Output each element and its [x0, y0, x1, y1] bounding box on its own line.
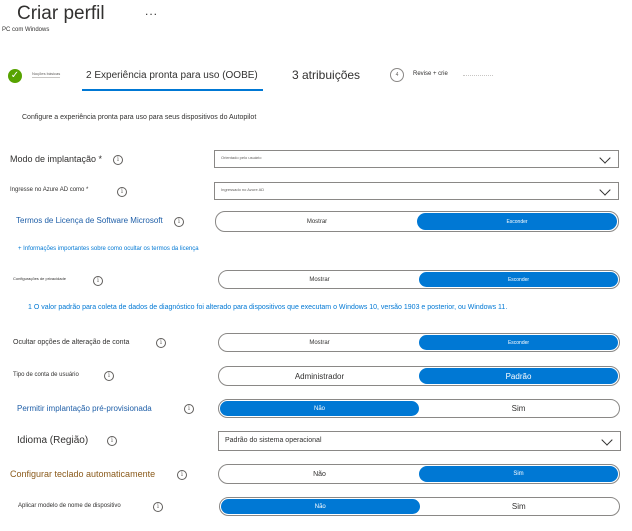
info-icon[interactable]: i: [107, 436, 117, 446]
info-icon[interactable]: i: [156, 338, 166, 348]
deployment-mode-label: Modo de implantação *: [10, 154, 103, 164]
divider: [463, 75, 493, 76]
device-name-label: Aplicar modelo de nome de dispositivo: [18, 503, 121, 509]
chevron-down-icon: [599, 152, 611, 164]
account-type-admin-option[interactable]: Administrador: [220, 368, 419, 384]
page-subtitle: PC com Windows: [2, 27, 50, 33]
info-icon[interactable]: i: [184, 404, 194, 414]
checkmark-icon: ✓: [8, 69, 22, 83]
hide-account-toggle[interactable]: Mostrar Esconder: [218, 333, 620, 352]
tab-oobe[interactable]: 2 Experiência pronta para uso (OOBE): [86, 70, 258, 81]
join-azure-label: Ingresse no Azure AD como *: [10, 187, 89, 193]
chevron-down-icon: [601, 434, 613, 446]
tab-assignments[interactable]: 3 atribuições: [292, 68, 360, 82]
info-icon[interactable]: i: [177, 470, 187, 480]
step-basics[interactable]: ✓: [8, 69, 22, 83]
hide-account-label: Ocultar opções de alteração de conta: [13, 339, 130, 346]
keyboard-label: Configurar teclado automaticamente: [10, 469, 156, 479]
device-name-no-option[interactable]: Não: [221, 499, 420, 514]
device-name-yes-option[interactable]: Sim: [420, 499, 619, 514]
page-title: Criar perfil: [17, 3, 105, 24]
preprovisioned-label: Permitir implantação pré-provisionada: [17, 404, 152, 413]
info-icon[interactable]: i: [93, 276, 103, 286]
join-azure-dropdown[interactable]: Ingressado no Azure AD: [214, 182, 619, 200]
preprovisioned-toggle[interactable]: Não Sim: [218, 399, 620, 418]
diagnostic-notice: 1 O valor padrão para coleta de dados de…: [28, 304, 508, 311]
step-review-number[interactable]: 4: [390, 68, 404, 82]
deployment-mode-value: Orientado pelo usuário: [221, 155, 262, 160]
privacy-toggle[interactable]: Mostrar Esconder: [218, 270, 620, 289]
intro-text: Configure a experiência pronta para uso …: [22, 114, 257, 121]
license-terms-show-option[interactable]: Mostrar: [217, 213, 417, 230]
account-type-toggle[interactable]: Administrador Padrão: [218, 366, 620, 386]
privacy-show-option[interactable]: Mostrar: [220, 272, 419, 287]
more-options-button[interactable]: ...: [145, 4, 158, 18]
chevron-down-icon: [599, 184, 611, 196]
device-name-toggle[interactable]: Não Sim: [219, 497, 620, 516]
keyboard-no-option[interactable]: Não: [220, 466, 419, 482]
info-icon[interactable]: i: [117, 187, 127, 197]
info-icon[interactable]: i: [104, 371, 114, 381]
license-info-link[interactable]: + Informações importantes sobre como ocu…: [18, 246, 199, 252]
language-value: Padrão do sistema operacional: [225, 437, 322, 444]
step-basics-label[interactable]: Noções básicas: [32, 71, 60, 76]
wizard-steps: ✓ Noções básicas 2 Experiência pronta pa…: [0, 60, 632, 94]
info-icon[interactable]: i: [113, 155, 123, 165]
privacy-hide-option[interactable]: Esconder: [419, 272, 618, 287]
preprovisioned-yes-option[interactable]: Sim: [419, 401, 618, 416]
join-azure-value: Ingressado no Azure AD: [221, 187, 265, 192]
account-type-standard-option[interactable]: Padrão: [419, 368, 618, 384]
divider: [32, 77, 60, 78]
language-label: Idioma (Região): [17, 435, 89, 446]
preprovisioned-no-option[interactable]: Não: [220, 401, 419, 416]
language-dropdown[interactable]: Padrão do sistema operacional: [218, 431, 621, 451]
privacy-label: Configurações de privacidade: [13, 276, 66, 281]
keyboard-yes-option[interactable]: Sim: [419, 466, 618, 482]
tab-review-create[interactable]: Revise + crie: [413, 71, 448, 77]
hide-account-show-option[interactable]: Mostrar: [220, 335, 419, 350]
info-icon[interactable]: i: [174, 217, 184, 227]
info-icon[interactable]: i: [153, 502, 163, 512]
license-terms-label: Termos de Licença de Software Microsoft: [16, 216, 163, 225]
active-tab-indicator: [82, 89, 263, 91]
hide-account-hide-option[interactable]: Esconder: [419, 335, 618, 350]
license-terms-hide-option[interactable]: Esconder: [417, 213, 617, 230]
license-terms-toggle[interactable]: Mostrar Esconder: [215, 211, 619, 232]
account-type-label: Tipo de conta de usuário: [13, 372, 79, 378]
deployment-mode-dropdown[interactable]: Orientado pelo usuário: [214, 150, 619, 168]
keyboard-toggle[interactable]: Não Sim: [218, 464, 620, 484]
